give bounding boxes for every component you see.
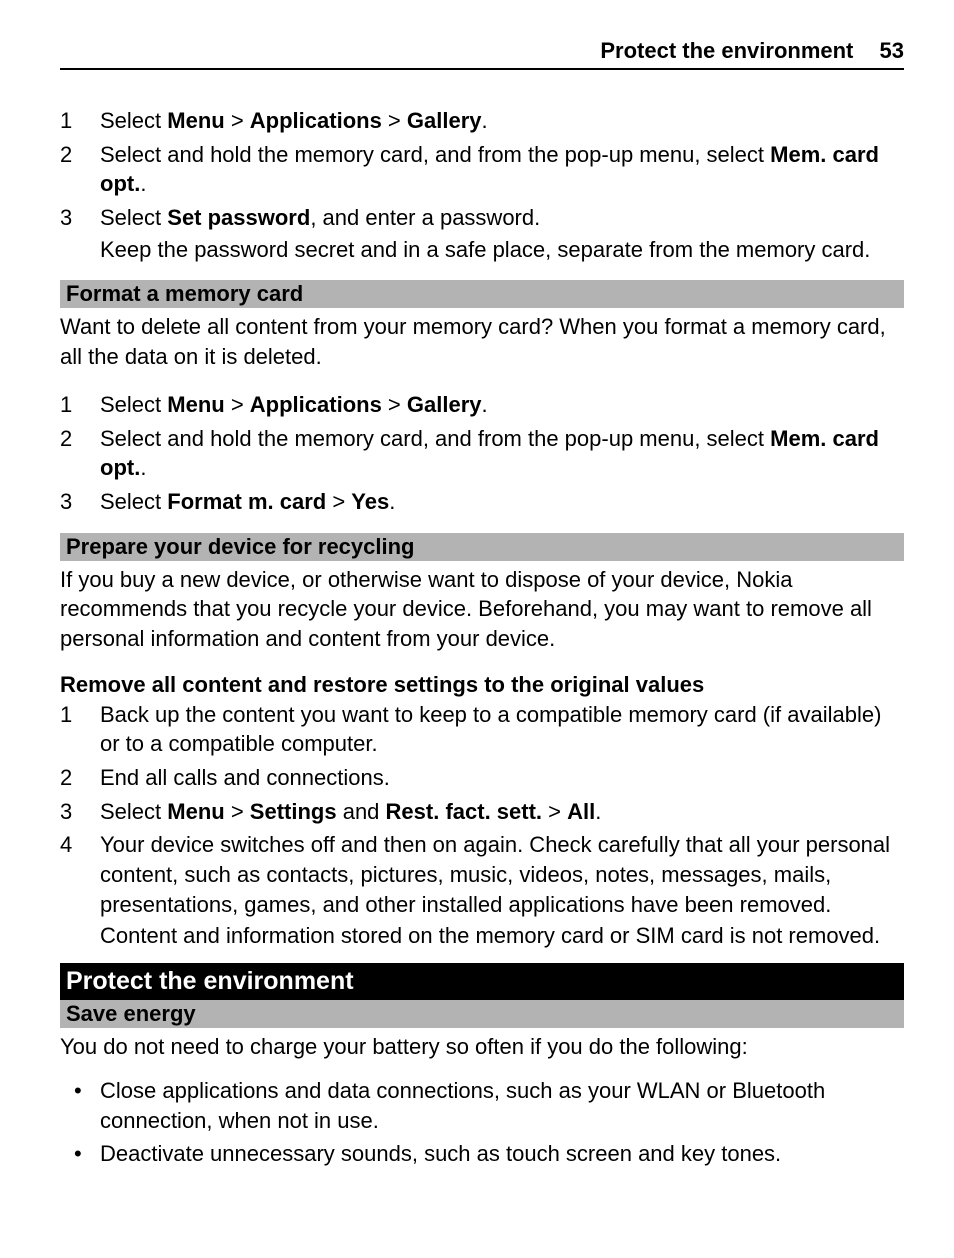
bullet-text: Deactivate unnecessary sounds, such as t… [100,1139,904,1169]
steps-format-card: 1Select Menu > Applications > Gallery.2S… [60,390,904,519]
para-format-card: Want to delete all content from your mem… [60,312,904,371]
step-text: Select and hold the memory card, and fro… [100,424,904,483]
heading-save-energy: Save energy [60,1000,904,1028]
step-number: 1 [60,106,100,138]
step-number: 3 [60,487,100,519]
para-recycle: If you buy a new device, or otherwise wa… [60,565,904,654]
step-item: 4Your device switches off and then on ag… [60,830,904,953]
step-body: End all calls and connections. [100,763,904,795]
step-item: 3Select Set password, and enter a passwo… [60,203,904,266]
bullets-save-energy: •Close applications and data connections… [60,1076,904,1169]
step-item: 2Select and hold the memory card, and fr… [60,424,904,485]
step-body: Select Menu > Settings and Rest. fact. s… [100,797,904,829]
heading-format-card: Format a memory card [60,280,904,308]
step-item: 3Select Format m. card > Yes. [60,487,904,519]
step-body: Back up the content you want to keep to … [100,700,904,761]
bullet-item: •Close applications and data connections… [60,1076,904,1135]
steps-set-password: 1Select Menu > Applications > Gallery.2S… [60,106,904,266]
step-number: 3 [60,797,100,829]
step-extra: Content and information stored on the me… [100,921,904,951]
step-extra: Keep the password secret and in a safe p… [100,235,904,265]
step-text: Back up the content you want to keep to … [100,700,904,759]
step-text: Select Format m. card > Yes. [100,487,904,517]
bullet-dot: • [60,1076,100,1135]
step-text: Select Set password, and enter a passwor… [100,203,904,233]
step-item: 2Select and hold the memory card, and fr… [60,140,904,201]
section-protect-environment: Protect the environment [60,963,904,1000]
header-title: Protect the environment [600,38,853,63]
step-number: 2 [60,763,100,795]
step-item: 1Select Menu > Applications > Gallery. [60,390,904,422]
heading-recycle: Prepare your device for recycling [60,533,904,561]
para-save-energy: You do not need to charge your battery s… [60,1032,904,1062]
step-number: 1 [60,390,100,422]
step-body: Select Format m. card > Yes. [100,487,904,519]
step-item: 2End all calls and connections. [60,763,904,795]
step-body: Select Set password, and enter a passwor… [100,203,904,266]
step-body: Select Menu > Applications > Gallery. [100,106,904,138]
step-text: Select Menu > Settings and Rest. fact. s… [100,797,904,827]
step-text: Your device switches off and then on aga… [100,830,904,919]
step-item: 3Select Menu > Settings and Rest. fact. … [60,797,904,829]
page-header: Protect the environment 53 [60,38,904,70]
step-text: End all calls and connections. [100,763,904,793]
bullet-text: Close applications and data connections,… [100,1076,904,1135]
step-text: Select and hold the memory card, and fro… [100,140,904,199]
bullet-item: •Deactivate unnecessary sounds, such as … [60,1139,904,1169]
step-number: 1 [60,700,100,761]
subhead-remove-content: Remove all content and restore settings … [60,672,904,698]
step-item: 1Back up the content you want to keep to… [60,700,904,761]
page-number: 53 [860,38,904,63]
step-number: 3 [60,203,100,266]
step-body: Select Menu > Applications > Gallery. [100,390,904,422]
step-number: 4 [60,830,100,953]
step-text: Select Menu > Applications > Gallery. [100,106,904,136]
step-body: Select and hold the memory card, and fro… [100,140,904,201]
step-text: Select Menu > Applications > Gallery. [100,390,904,420]
step-body: Your device switches off and then on aga… [100,830,904,953]
page: Protect the environment 53 1Select Menu … [0,0,954,1233]
bullet-dot: • [60,1139,100,1169]
steps-remove-content: 1Back up the content you want to keep to… [60,700,904,954]
step-item: 1Select Menu > Applications > Gallery. [60,106,904,138]
step-number: 2 [60,424,100,485]
step-number: 2 [60,140,100,201]
step-body: Select and hold the memory card, and fro… [100,424,904,485]
